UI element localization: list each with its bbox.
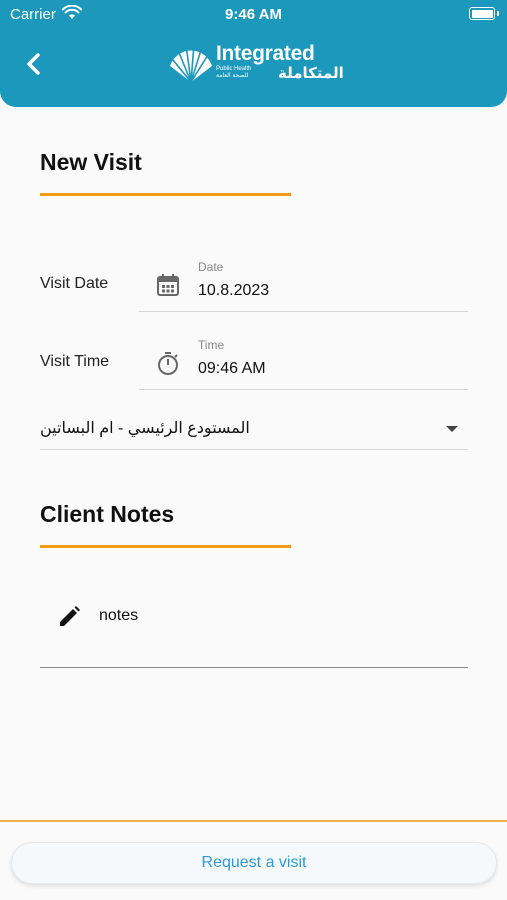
- calendar-icon: [157, 274, 179, 296]
- client-notes-underline: [40, 545, 291, 548]
- logo-subtitle: Public Health للصحة العامة: [216, 66, 252, 79]
- dropdown-caret-icon: [446, 426, 458, 432]
- warehouse-dropdown[interactable]: المستودع الرئيسي - ام البساتين: [40, 408, 468, 450]
- visit-time-label: Visit Time: [40, 353, 110, 370]
- app-logo: Integrated Public Health للصحة العامة ال…: [166, 36, 344, 86]
- logo-arabic: المتكاملة: [278, 65, 344, 82]
- new-visit-underline: [40, 193, 291, 196]
- battery-icon: [469, 7, 499, 20]
- new-visit-title: New Visit: [40, 149, 142, 175]
- footer-bar: Request a visit: [0, 820, 507, 900]
- back-button[interactable]: [20, 50, 48, 78]
- status-bar: Carrier 9:46 AM: [0, 0, 507, 28]
- time-field-label: Time: [198, 338, 225, 352]
- status-clock: 9:46 AM: [225, 6, 282, 23]
- chevron-left-icon: [27, 53, 40, 75]
- request-visit-button[interactable]: Request a visit: [11, 842, 497, 884]
- date-field-value: 10.8.2023: [198, 282, 270, 299]
- visit-time-field[interactable]: Time 09:46 AM: [139, 334, 468, 390]
- date-field-label: Date: [198, 260, 224, 274]
- time-field-value: 09:46 AM: [198, 360, 266, 377]
- pencil-icon: [60, 606, 80, 626]
- shell-logo-icon: [170, 43, 212, 83]
- notes-input[interactable]: notes: [40, 588, 468, 668]
- warehouse-selected-value: المستودع الرئيسي - ام البساتين: [40, 420, 250, 437]
- visit-date-field[interactable]: Date 10.8.2023: [139, 256, 468, 312]
- logo-wordmark: Integrated: [216, 42, 315, 65]
- timer-icon: [158, 352, 178, 375]
- client-notes-title: Client Notes: [40, 501, 175, 527]
- notes-placeholder: notes: [99, 607, 139, 624]
- app-header: Carrier 9:46 AM Integrated Public Health…: [0, 0, 507, 107]
- visit-date-label: Visit Date: [40, 275, 109, 292]
